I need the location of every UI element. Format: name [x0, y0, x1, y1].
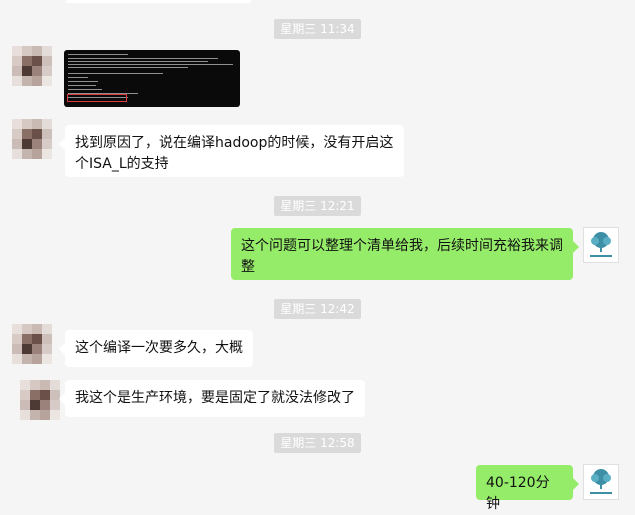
tree-logo-icon [590, 232, 612, 257]
previous-message-edge [66, 0, 251, 3]
self-avatar[interactable] [583, 227, 619, 263]
timestamp: 星期三 11:34 [0, 19, 635, 39]
timestamp-label: 星期三 12:42 [274, 299, 361, 319]
message-text: 这个问题可以整理个清单给我，后续时间充裕我来调整 [241, 238, 563, 275]
terminal-screenshot-image[interactable] [64, 50, 240, 107]
contact-avatar[interactable] [12, 46, 52, 86]
message-text: 这个编译一次要多久，大概 [75, 340, 243, 356]
timestamp-label: 星期三 11:34 [274, 19, 361, 39]
tree-logo-icon [590, 469, 612, 494]
message-text: 找到原因了，说在编译hadoop的时候，没有开启这个ISA_L的支持 [75, 135, 394, 172]
self-avatar[interactable] [583, 464, 619, 500]
contact-avatar[interactable] [12, 119, 52, 159]
timestamp-label: 星期三 12:58 [274, 433, 361, 453]
contact-avatar[interactable] [20, 380, 60, 420]
timestamp-label: 星期三 12:21 [274, 196, 361, 216]
message-text: 我这个是生产环境，要是固定了就没法修改了 [75, 390, 355, 406]
incoming-message[interactable]: 这个编译一次要多久，大概 [59, 330, 253, 367]
contact-avatar[interactable] [12, 324, 52, 364]
incoming-message[interactable]: 找到原因了，说在编译hadoop的时候，没有开启这个ISA_L的支持 [59, 125, 404, 177]
timestamp: 星期三 12:21 [0, 196, 635, 216]
outgoing-message[interactable]: 这个问题可以整理个清单给我，后续时间充裕我来调整 [231, 228, 579, 280]
timestamp: 星期三 12:42 [0, 299, 635, 319]
timestamp: 星期三 12:58 [0, 433, 635, 453]
message-text: 40-120分钟 [486, 475, 550, 512]
outgoing-message[interactable]: 40-120分钟 [476, 465, 579, 512]
incoming-message[interactable]: 我这个是生产环境，要是固定了就没法修改了 [59, 380, 365, 417]
